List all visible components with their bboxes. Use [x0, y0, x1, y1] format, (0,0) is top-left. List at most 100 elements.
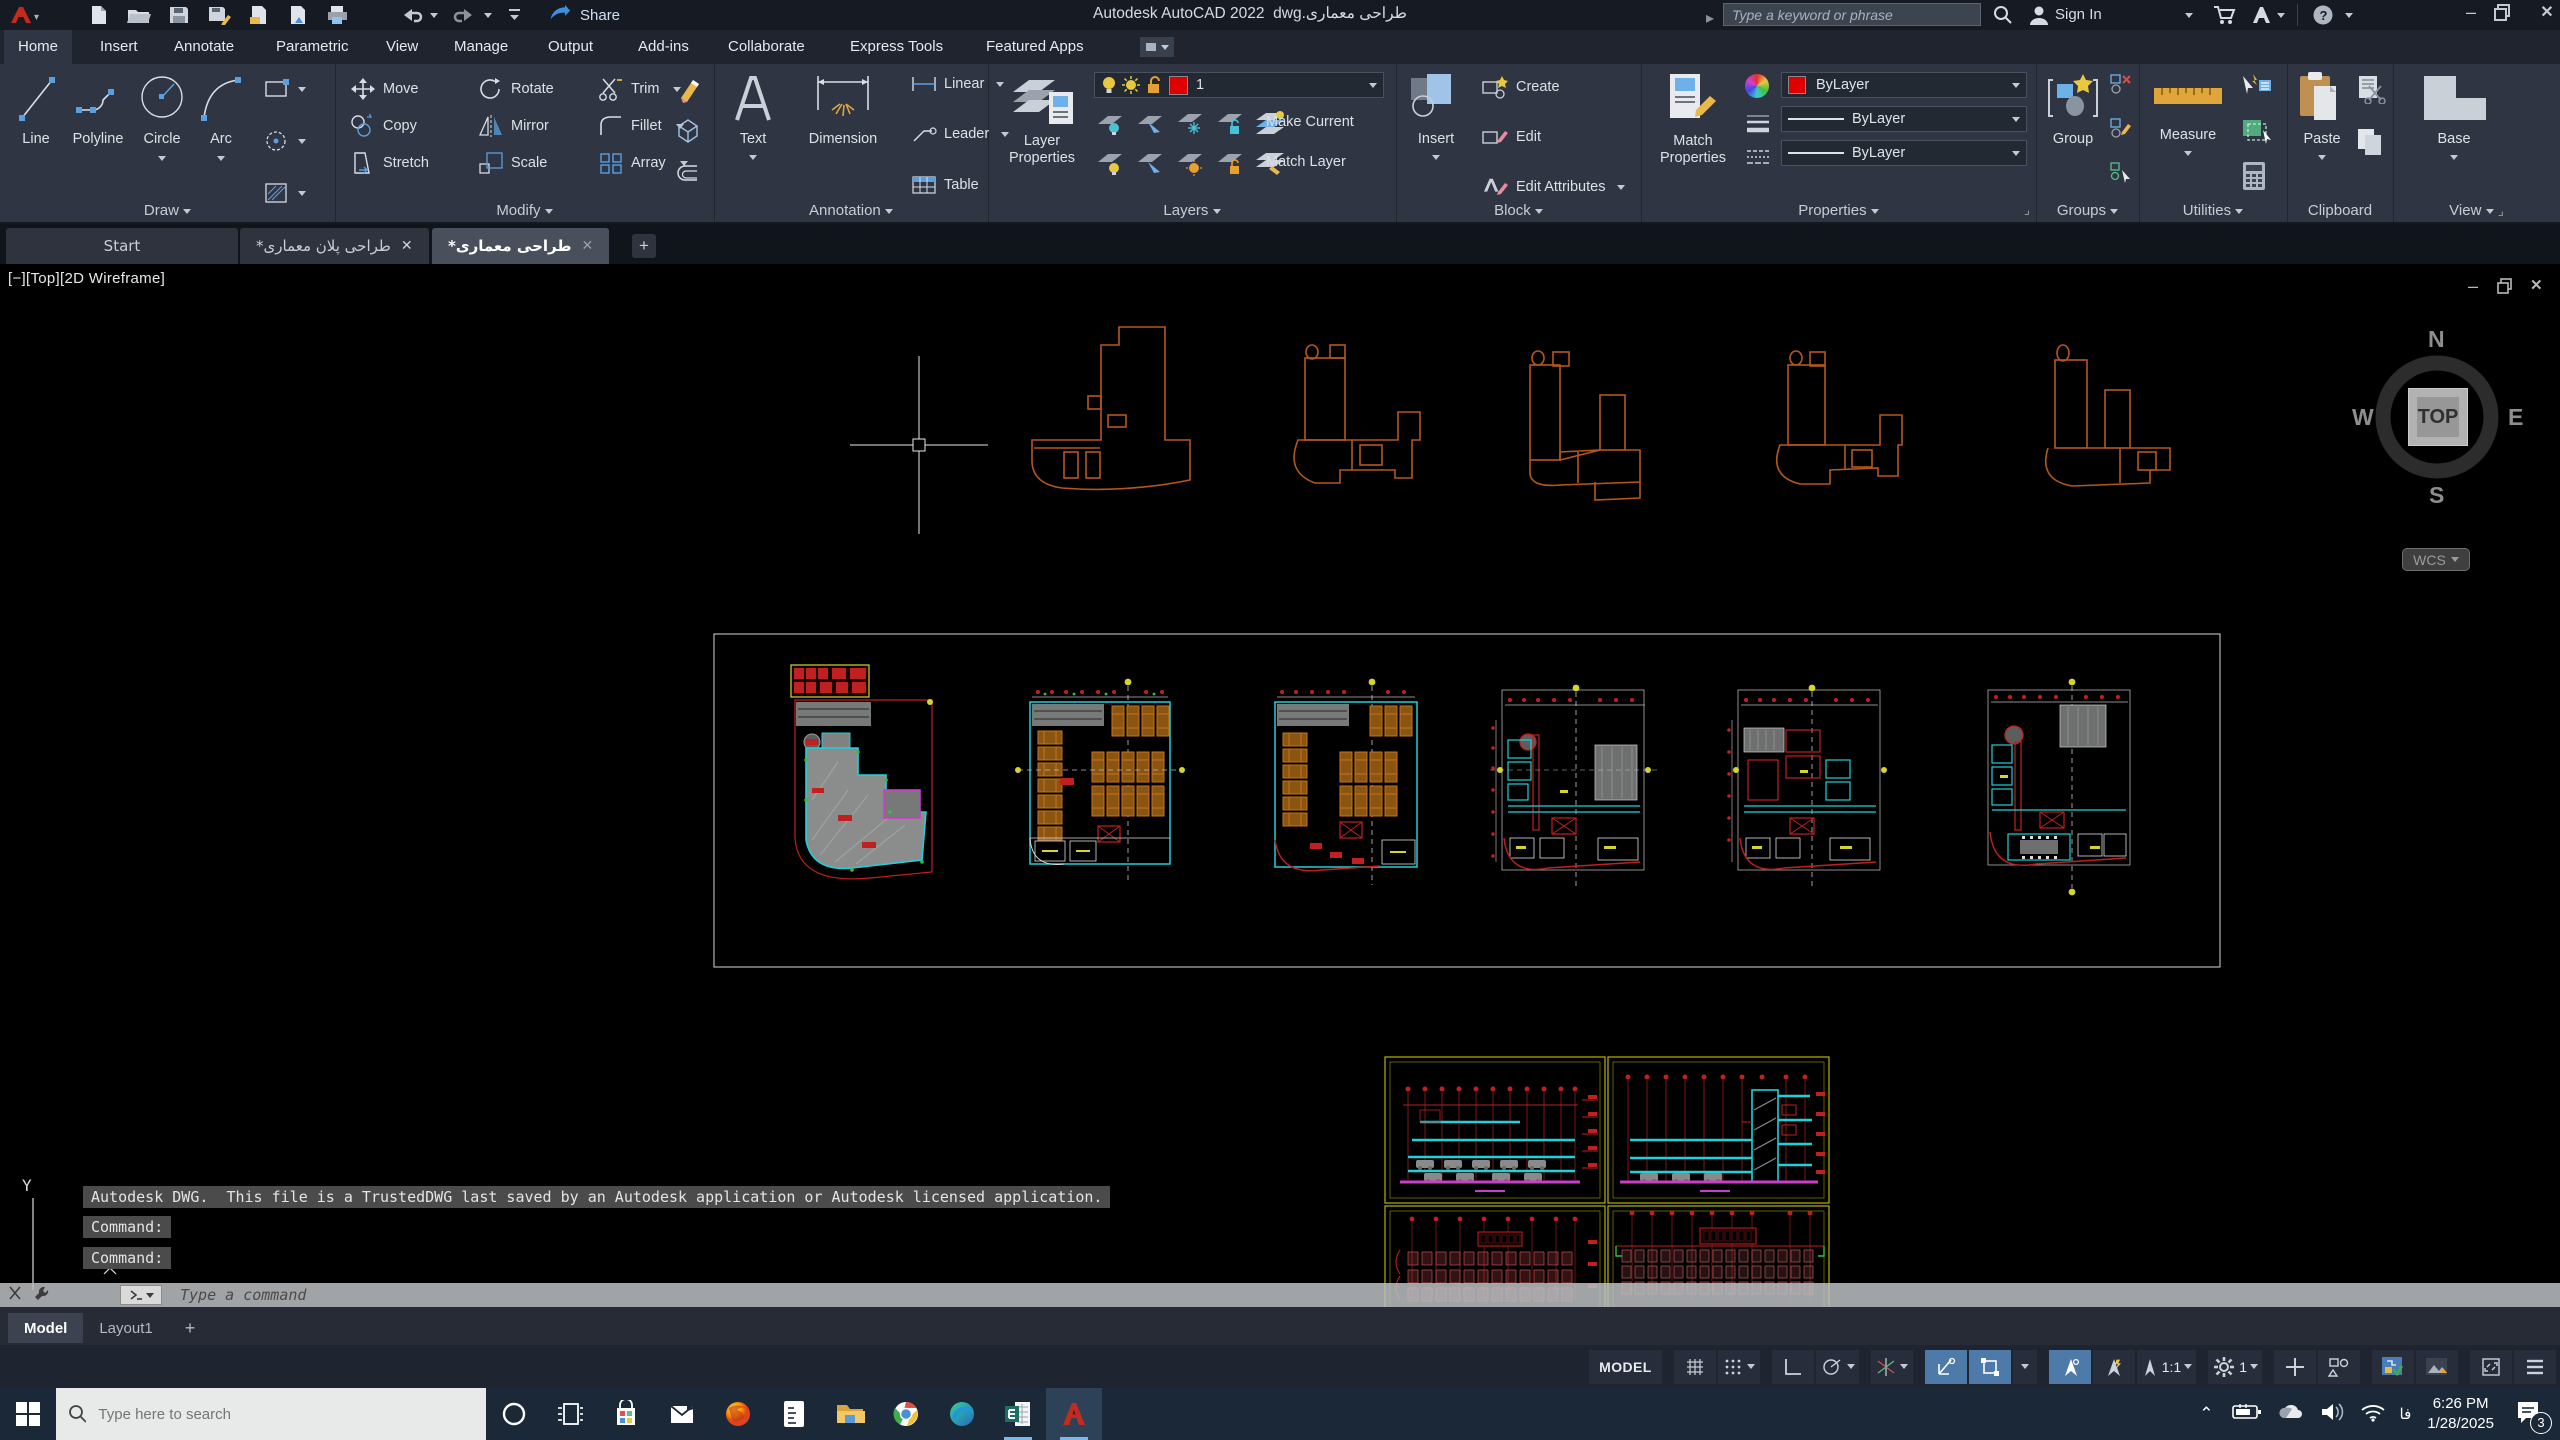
grid-display-button[interactable] [1674, 1350, 1716, 1384]
line-button[interactable]: Line [10, 70, 62, 148]
paste-button[interactable]: Paste [2293, 70, 2351, 166]
wcs-menu[interactable]: WCS [2402, 548, 2470, 571]
keyword-search-input[interactable] [1723, 3, 1981, 26]
cut-icon[interactable] [2355, 74, 2387, 109]
stretch-button[interactable]: Stretch [349, 150, 429, 176]
mail-icon[interactable] [654, 1388, 710, 1440]
ungroup-icon[interactable] [2108, 72, 2134, 101]
help-icon[interactable]: ? [2312, 4, 2336, 33]
tab-express-tools[interactable]: Express Tools [836, 30, 957, 64]
floor-plan-5[interactable] [1727, 685, 1887, 890]
viewcube-south[interactable]: S [2429, 482, 2444, 509]
microsoft-store-icon[interactable] [598, 1388, 654, 1440]
autocad-taskbar-icon[interactable] [1046, 1388, 1102, 1440]
measure-button[interactable]: Measure [2145, 72, 2231, 162]
viewcube-east[interactable]: E [2508, 404, 2523, 431]
annotation-monitor-button[interactable] [2274, 1350, 2316, 1384]
tab-insert[interactable]: Insert [86, 30, 152, 64]
edit-block-button[interactable]: Edit [1480, 124, 1541, 150]
group-select-icon[interactable] [2108, 160, 2134, 189]
floor-plan-2[interactable] [1015, 679, 1185, 880]
layer-thaw-icon[interactable] [1174, 148, 1206, 176]
viewport-minus-control[interactable]: [−] [8, 270, 26, 287]
save-icon[interactable] [168, 5, 190, 25]
layer-unlock-icon[interactable] [1214, 148, 1246, 176]
print-icon[interactable] [326, 5, 350, 25]
donut-tool-button[interactable] [262, 128, 306, 154]
move-button[interactable]: Move [349, 76, 418, 102]
viewport-style-control[interactable]: [2D Wireframe] [60, 270, 165, 287]
copy-clip-icon[interactable] [2355, 126, 2385, 163]
base-button[interactable]: Base [2409, 70, 2499, 166]
publish-icon[interactable] [287, 5, 309, 25]
layer-off-icon[interactable] [1094, 108, 1126, 136]
share-button[interactable]: Share [548, 4, 620, 26]
offset-icon[interactable] [673, 158, 703, 193]
table-button[interactable]: Table [910, 174, 979, 196]
edge-icon[interactable] [934, 1388, 990, 1440]
tab-annotate[interactable]: Annotate [160, 30, 248, 64]
properties-expander-icon[interactable]: ⌟ [2024, 202, 2030, 218]
lineweight-combo[interactable]: ByLayer [1781, 106, 2027, 132]
paste-dropdown-icon[interactable] [2318, 155, 2326, 160]
new-file-icon[interactable] [88, 5, 110, 25]
tray-expand-icon[interactable]: ⌃ [2199, 1404, 2213, 1424]
command-bar[interactable]: Type a command [0, 1283, 2560, 1307]
signin-dropdown-icon[interactable] [2185, 13, 2193, 18]
building-outline-1[interactable] [1032, 327, 1190, 489]
text-button[interactable]: Text [724, 70, 782, 166]
explode-icon[interactable] [673, 116, 703, 151]
building-outline-3[interactable] [1530, 351, 1640, 500]
new-tab-button[interactable]: + [632, 234, 656, 258]
file-tab-active[interactable]: طراحی معماری*✕ [432, 228, 609, 264]
doc-minimize-button[interactable]: – [2468, 276, 2478, 297]
panel-label-view[interactable]: View ⌟ [2393, 202, 2560, 219]
firefox-icon[interactable] [710, 1388, 766, 1440]
cart-icon[interactable] [2212, 4, 2236, 31]
cad-canvas[interactable] [0, 264, 2560, 1307]
volume-icon[interactable] [2320, 1402, 2346, 1427]
spreadsheet-app-icon[interactable] [990, 1388, 1046, 1440]
annotation-visibility-button[interactable] [2049, 1350, 2091, 1384]
graphics-performance-button[interactable] [2372, 1350, 2414, 1384]
open-file-icon[interactable] [127, 5, 151, 25]
clock[interactable]: 6:26 PM 1/28/2025 [2427, 1394, 2494, 1434]
copy-button[interactable]: Copy [349, 113, 417, 139]
panel-label-annotation[interactable]: Annotation [714, 202, 988, 219]
window-close-button[interactable]: ✕ [2532, 2, 2560, 28]
layer-isolate-icon[interactable] [1134, 108, 1166, 136]
object-color-combo[interactable]: ByLayer [1781, 72, 2027, 98]
panel-label-block[interactable]: Block [1396, 202, 1641, 219]
rectangle-tool-button[interactable] [262, 76, 306, 102]
layer-on-tool-icon[interactable] [1094, 148, 1126, 176]
fullscreen-button[interactable] [2470, 1350, 2512, 1384]
viewcube-top-face[interactable]: TOP [2408, 388, 2468, 446]
ortho-mode-button[interactable] [1772, 1350, 1814, 1384]
cortana-icon[interactable] [486, 1388, 542, 1440]
osnap-dropdown[interactable] [2013, 1350, 2037, 1384]
viewcube-west[interactable]: W [2352, 404, 2374, 431]
file-tab-plan[interactable]: طراحی پلان معماری*✕ [240, 228, 429, 264]
panel-label-layers[interactable]: Layers [988, 202, 1396, 219]
tab-collaborate[interactable]: Collaborate [714, 30, 819, 64]
annotation-scale-button[interactable]: 1:1 [2137, 1350, 2196, 1384]
close-icon[interactable]: ✕ [581, 238, 593, 254]
undo-icon[interactable] [398, 5, 424, 25]
floor-plan-4[interactable] [1490, 685, 1658, 890]
doc-restore-button[interactable] [2497, 278, 2513, 299]
doc-close-button[interactable]: ✕ [2530, 276, 2543, 294]
tab-parametric[interactable]: Parametric [262, 30, 363, 64]
layer-match-arrow-icon[interactable] [1134, 148, 1166, 176]
viewcube-north[interactable]: N [2428, 326, 2445, 353]
layer-freeze-tool-icon[interactable] [1174, 108, 1206, 136]
floor-plan-6[interactable] [1988, 679, 2130, 896]
rotate-button[interactable]: Rotate [477, 76, 554, 102]
layer-properties-button[interactable]: Layer Properties [996, 70, 1088, 167]
panel-label-draw[interactable]: Draw [0, 202, 335, 219]
floor-plan-1[interactable] [791, 665, 933, 879]
section-sheet-2[interactable] [1608, 1057, 1829, 1203]
fillet-button[interactable]: Fillet [597, 113, 684, 139]
clean-screen-image-button[interactable] [2416, 1350, 2458, 1384]
match-layer-button[interactable]: Match Layer [1266, 154, 1346, 170]
model-space-viewport[interactable]: [−][Top][2D Wireframe] – ✕ N W E S TOP W… [0, 264, 2560, 1307]
